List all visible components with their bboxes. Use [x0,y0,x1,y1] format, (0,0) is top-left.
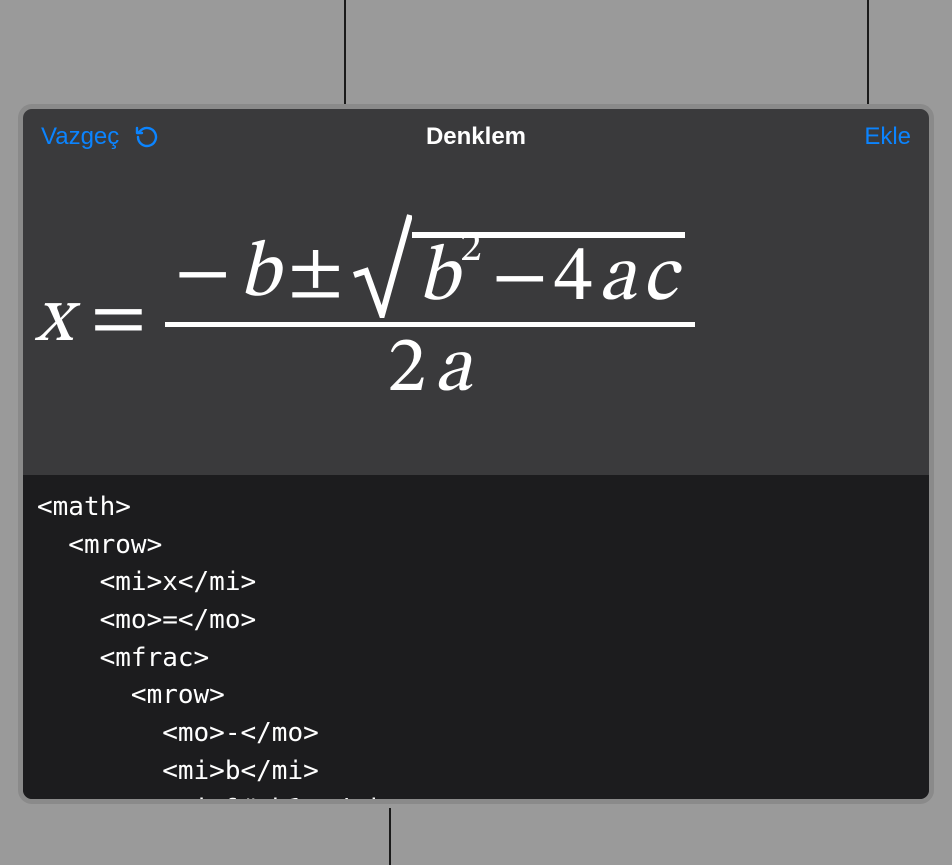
fraction: − b ± b 2 − [165,228,695,413]
var-a: a [598,240,635,318]
denominator: 2 a [378,327,482,413]
equals-sign: = [90,281,146,359]
var-b-squared: b [418,240,459,318]
screenshot-root: { "header": { "cancel_label": "Vazgeç", … [0,0,952,865]
radical-icon [352,232,412,318]
equation-dialog: Vazgeç Denklem Ekle x = − [18,104,934,804]
plus-minus-sign: ± [287,236,343,314]
dialog-header: Vazgeç Denklem Ekle [23,109,929,165]
cancel-button[interactable]: Vazgeç [41,123,119,151]
numerator: − b ± b 2 − [165,228,695,322]
equation-preview: x = − b ± [23,165,929,475]
insert-button[interactable]: Ekle [864,123,911,151]
var-x: x [35,281,72,359]
square-root: b 2 − 4 a c [352,232,685,318]
literal-2: 2 [388,331,427,409]
radicand: b 2 − 4 a c [412,232,685,318]
literal-4: 4 [554,240,593,318]
undo-icon[interactable] [133,123,161,151]
var-c: c [642,240,677,318]
callout-line [867,0,869,105]
var-a-den: a [434,331,471,409]
var-b: b [239,236,280,314]
minus-sign: − [492,240,548,318]
superscript-2: 2 [460,229,481,272]
header-right-group: Ekle [864,123,911,151]
callout-line [389,808,391,865]
minus-sign: − [175,236,231,314]
mathml-editor[interactable]: <math> <mrow> <mi>x</mi> <mo>=</mo> <mfr… [23,475,929,799]
rendered-equation: x = − b ± [35,228,695,413]
header-left-group: Vazgeç [41,123,161,151]
